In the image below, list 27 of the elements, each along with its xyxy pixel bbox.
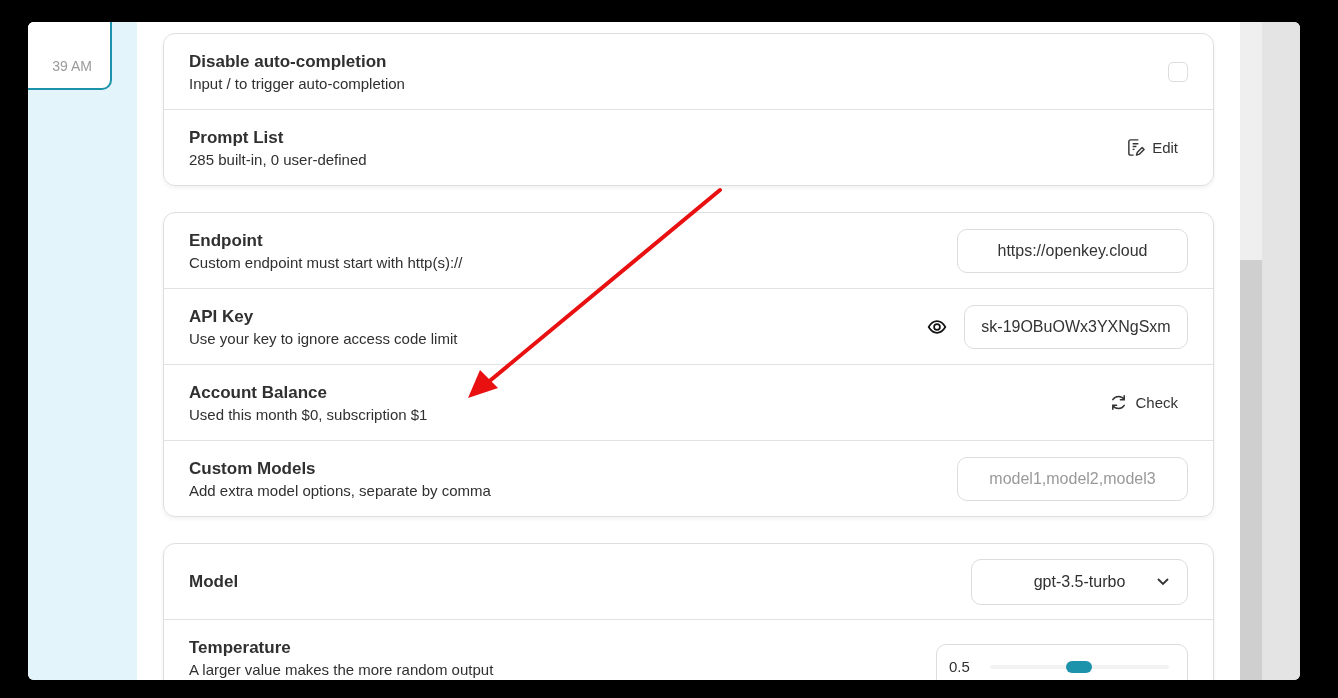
input-field[interactable]: https://openkey.cloud xyxy=(957,228,1188,273)
setting-title: Endpoint xyxy=(189,230,264,251)
slider-thumb[interactable] xyxy=(1066,660,1093,673)
setting-title: API Key xyxy=(189,306,255,327)
scrollbar-thumb[interactable] xyxy=(1240,260,1262,680)
setting-title: Custom Models xyxy=(189,458,317,479)
api-key-field[interactable]: sk-19OBuOWx3YXNgSxm xyxy=(964,304,1188,349)
setting-title: Model xyxy=(189,571,239,592)
setting-description: Add extra model options, separate by comma xyxy=(189,481,491,499)
slider-control[interactable]: 0.5 xyxy=(936,643,1188,680)
input-field[interactable]: model1,model2,model3 xyxy=(957,456,1188,501)
setting-description: Custom endpoint must start with http(s):// xyxy=(189,253,463,271)
setting-title: Prompt List xyxy=(189,127,285,148)
edit-icon xyxy=(1126,138,1146,157)
edit-button[interactable]: Edit xyxy=(1116,132,1188,163)
setting-description: 285 built-in, 0 user-defined xyxy=(189,150,367,168)
setting-description: Use your key to ignore access code limit xyxy=(189,329,458,347)
setting-description: Used this month $0, subscription $1 xyxy=(189,405,428,423)
chevron-down-icon xyxy=(1157,577,1169,586)
check-button[interactable]: Check xyxy=(1099,387,1188,418)
setting-description: A larger value makes the more random output xyxy=(189,660,494,678)
setting-description: Input / to trigger auto-completion xyxy=(189,74,405,92)
checkbox[interactable] xyxy=(1168,61,1188,82)
setting-title: Temperature xyxy=(189,637,292,658)
setting-title: Disable auto-completion xyxy=(189,51,388,72)
setting-title: Account Balance xyxy=(189,382,328,403)
model-dropdown[interactable]: gpt-3.5-turbo xyxy=(971,558,1188,605)
